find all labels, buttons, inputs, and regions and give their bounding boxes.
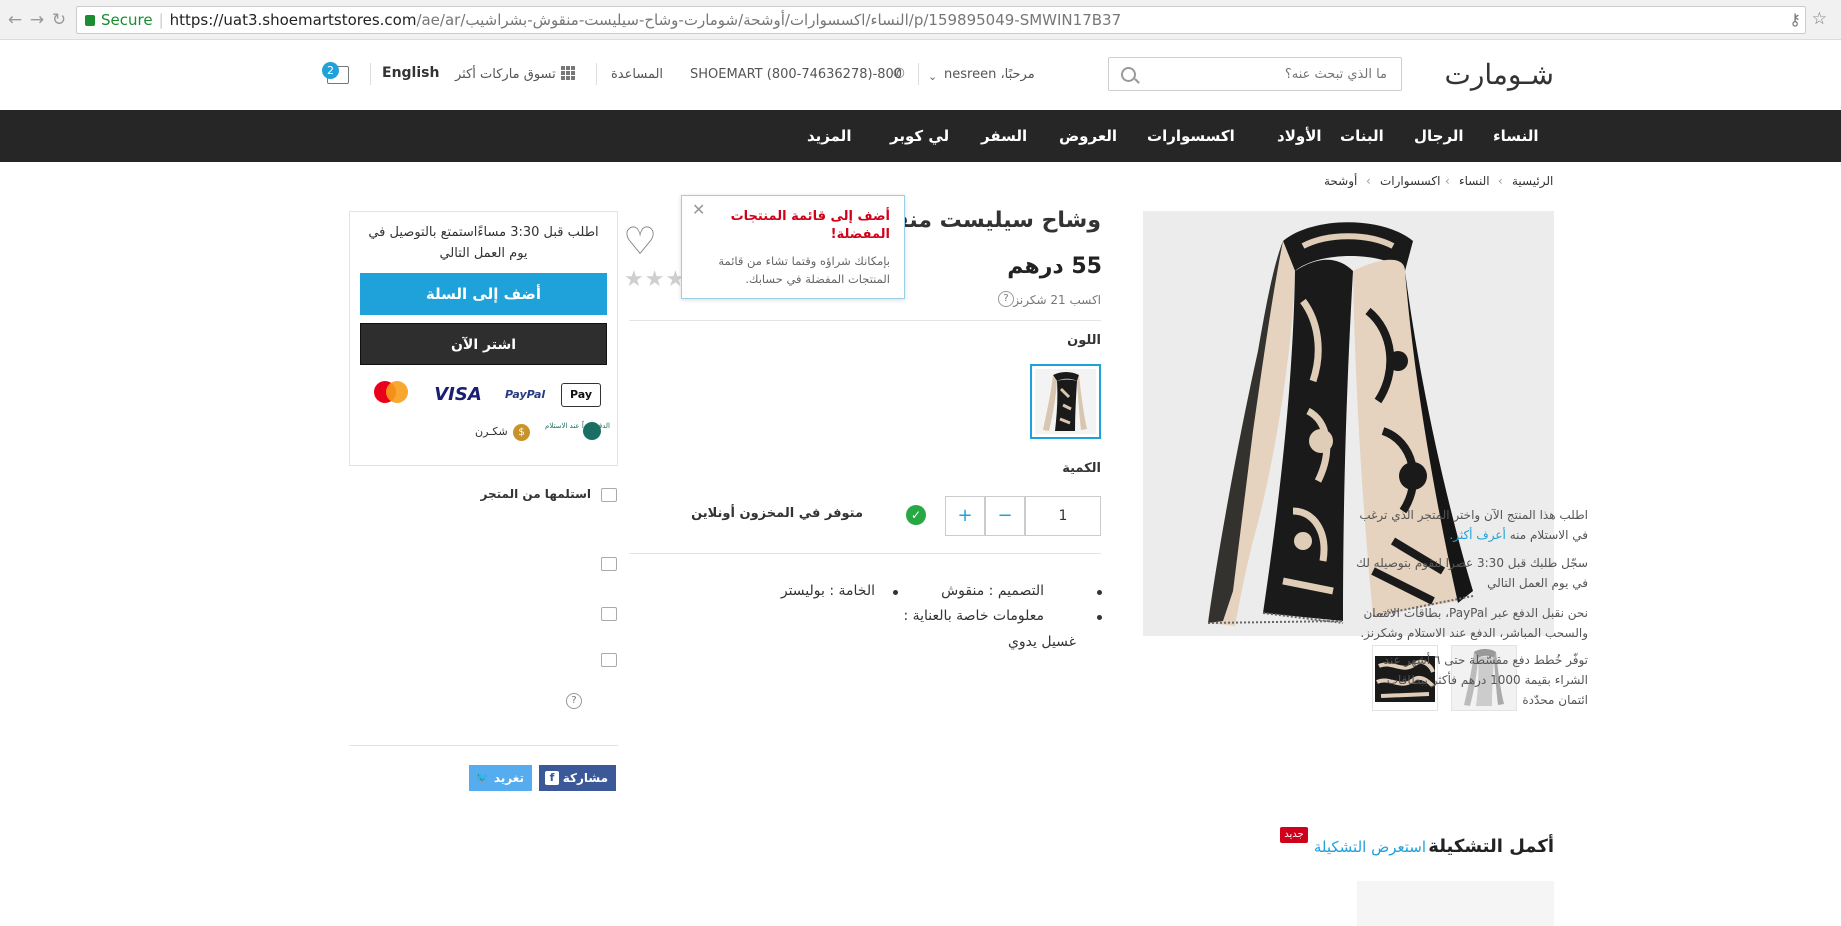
facebook-icon: f <box>545 771 559 785</box>
color-label: اللون <box>1067 333 1101 348</box>
nav-item-boys[interactable]: الأولاد <box>1277 110 1322 162</box>
divider <box>629 320 1101 321</box>
twitter-share-button[interactable]: 🐦 تغريد <box>469 765 532 791</box>
breadcrumb-separator: ‹ <box>1498 174 1503 188</box>
spec-material: الخامة : بوليستر <box>780 583 875 599</box>
nav-item-men[interactable]: الرجال <box>1414 110 1464 162</box>
grid-icon[interactable] <box>561 66 575 80</box>
apple-pay-icon: Pay <box>561 383 601 407</box>
add-to-cart-button[interactable]: أضف إلى السلة <box>360 273 607 315</box>
chevron-down-icon[interactable]: ⌄ <box>928 70 937 83</box>
language-switch[interactable]: English <box>382 65 439 81</box>
buy-now-button[interactable]: اشتر الآن <box>360 323 607 365</box>
reload-icon[interactable]: ↻ <box>48 9 70 31</box>
shukran-label: شكـرن <box>475 425 508 438</box>
payment-methods-text: نحن نقبل الدفع عبر PayPal، بطاقات الائتم… <box>1360 606 1588 640</box>
nav-item-travel[interactable]: السفر <box>981 110 1027 162</box>
tooltip-body: بإمكانك شراؤه وقتما تشاء من قائمة المنتج… <box>718 254 890 286</box>
breadcrumb-separator: ‹ <box>1445 174 1450 188</box>
paypal-icon: PayPal <box>505 388 546 401</box>
bullet <box>1097 615 1102 620</box>
bookmark-star-icon[interactable]: ☆ <box>1812 9 1827 29</box>
help-link[interactable]: المساعدة <box>611 67 663 82</box>
phone-number[interactable]: 800-SHOEMART (800-74636278) <box>690 67 902 82</box>
forward-icon[interactable]: → <box>26 9 48 31</box>
main-navigation: النساء الرجال البنات الأولاد اكسسوارات ا… <box>0 110 1841 162</box>
pickup-title: استلمها من المتجر <box>480 487 591 501</box>
user-greeting[interactable]: مرحبًا، nesreen <box>944 67 1035 82</box>
spec-design: التصميم : منقوش <box>941 583 1044 599</box>
product-price: 55 درهم <box>1007 254 1102 279</box>
search-icon[interactable] <box>1121 67 1136 82</box>
header-divider <box>918 63 919 85</box>
quantity-increase-button[interactable]: + <box>945 496 985 536</box>
calendar-icon <box>601 653 617 667</box>
complete-look-title: أكمل التشكيلة <box>1428 836 1554 857</box>
wishlist-tooltip: ✕ أضف إلى قائمة المنتجات المفضلة! بإمكان… <box>681 195 905 299</box>
check-icon: ✓ <box>906 505 926 525</box>
breadcrumb-accessories[interactable]: اكسسوارات <box>1380 174 1440 188</box>
truck-icon <box>601 557 617 571</box>
pickup-text: اطلب هذا المنتج الآن واختر المتجر الذي ت… <box>1359 508 1588 542</box>
nav-item-lee-cooper[interactable]: لي كوبر <box>890 110 949 162</box>
search-box <box>1108 57 1402 91</box>
nav-item-accessories[interactable]: اكسسوارات <box>1147 110 1235 162</box>
breadcrumb-separator: ‹ <box>1366 174 1371 188</box>
quantity-label: الكمية <box>1062 461 1101 476</box>
delivery-text: سجّل طلبك قبل 3:30 عصرا لنقوم بتوصيله لك… <box>1356 556 1588 590</box>
new-badge: جديد <box>1280 827 1308 843</box>
divider <box>349 745 618 746</box>
url-path: /ae/ar/النساء/اكسسوارات/أوشحة/شومارت-وشا… <box>416 11 1122 29</box>
help-icon[interactable]: ? <box>998 291 1014 307</box>
site-logo[interactable]: شـومارت <box>1436 58 1555 91</box>
nav-item-offers[interactable]: العروض <box>1059 110 1117 162</box>
installments-text: توفّر خُطط دفع مقسّطة حتى ٦ أشهر عند الش… <box>1383 653 1588 707</box>
payment-card-icon <box>601 607 617 621</box>
header-divider <box>596 63 597 85</box>
key-icon[interactable]: ⚷ <box>1789 10 1801 29</box>
store-icon <box>601 488 617 502</box>
delivery-note: اطلب قبل 3:30 مساءًاستمتع بالتوصيل في يو… <box>368 225 599 261</box>
breadcrumb-home[interactable]: الرئيسية <box>1512 174 1553 188</box>
close-icon[interactable]: ✕ <box>692 200 705 219</box>
learn-more-link[interactable]: أعرف أكثر. <box>1449 528 1505 542</box>
quantity-input[interactable]: 1 <box>1025 496 1101 536</box>
view-look-link[interactable]: استعرض التشكيلة <box>1314 838 1426 856</box>
wishlist-heart-icon[interactable]: ♡ <box>623 222 657 260</box>
bullet <box>1097 590 1102 595</box>
search-input[interactable] <box>1151 58 1401 90</box>
breadcrumb-scarves: أوشحة <box>1324 174 1358 188</box>
cash-on-delivery-label: الدفع نقداً عند الاستلام <box>545 422 610 430</box>
cart-count-badge: 2 <box>322 62 339 79</box>
mastercard-icon <box>374 381 410 409</box>
look-product-card[interactable] <box>1357 881 1554 926</box>
bullet <box>893 590 898 595</box>
secure-label: Secure <box>101 11 153 29</box>
visa-icon: VISA <box>434 384 482 405</box>
shukran-points: اكسب 21 شكرنز <box>1013 293 1101 307</box>
lock-icon <box>85 15 95 26</box>
tooltip-title: أضف إلى قائمة المنتجات المفضلة! <box>730 209 890 242</box>
color-swatch[interactable] <box>1030 364 1101 439</box>
nav-item-women[interactable]: النساء <box>1493 110 1538 162</box>
divider <box>629 553 1101 554</box>
nav-item-more[interactable]: المزيد <box>807 110 851 162</box>
quantity-decrease-button[interactable]: − <box>985 496 1025 536</box>
rating-stars[interactable]: ★★★ <box>624 267 686 292</box>
browser-toolbar: ← → ↻ Secure | https://uat3.shoemartstores… <box>0 0 1841 40</box>
more-brands-link[interactable]: تسوق ماركات أكثر <box>455 67 556 82</box>
address-bar[interactable]: Secure | https://uat3.shoemartstores.com/a… <box>76 6 1806 34</box>
breadcrumb-women[interactable]: النساء <box>1459 174 1490 188</box>
spec-care-value: غسيل يدوي <box>1007 634 1076 650</box>
spec-care-label: معلومات خاصة بالعناية : <box>903 608 1044 624</box>
nav-item-girls[interactable]: البنات <box>1340 110 1384 162</box>
stock-status: متوفر في المخزون أونلاين <box>691 506 863 521</box>
header-divider <box>370 63 371 85</box>
shukran-icon: $ <box>513 424 530 441</box>
twitter-icon: 🐦 <box>475 771 489 784</box>
facebook-share-button[interactable]: f مشاركة <box>539 765 616 791</box>
back-icon[interactable]: ← <box>4 9 26 31</box>
help-icon[interactable]: ? <box>566 693 582 709</box>
url-host: https://uat3.shoemartstores.com <box>169 11 417 29</box>
